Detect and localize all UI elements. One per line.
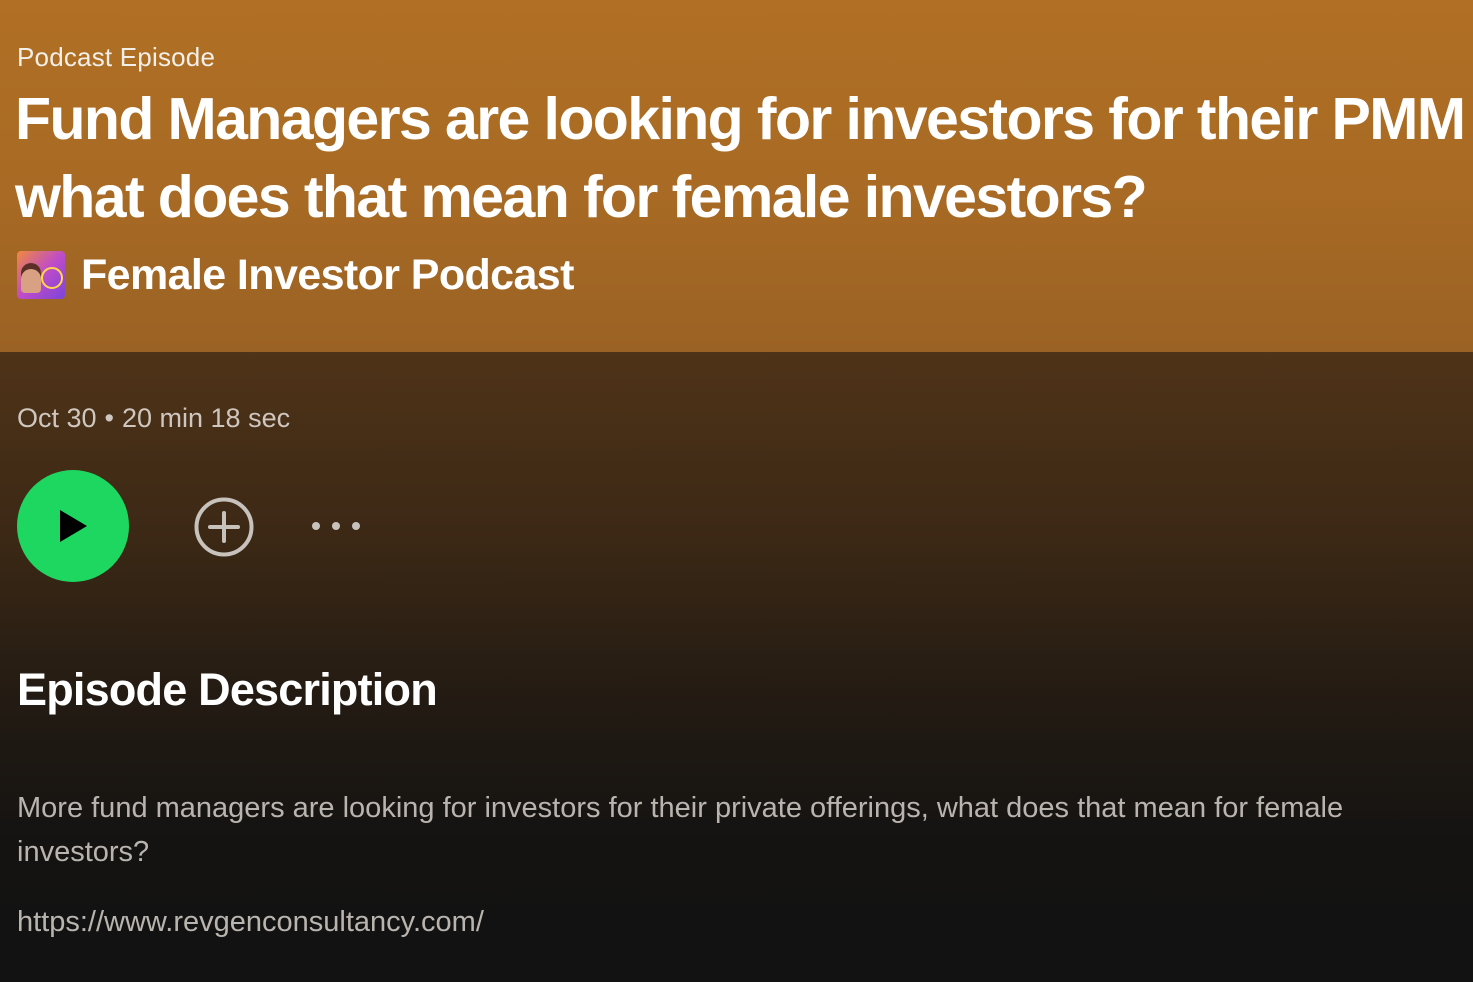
description-text: More fund managers are looking for inves… [17, 792, 1344, 868]
episode-date: Oct 30 [17, 403, 97, 433]
more-horizontal-icon [312, 522, 360, 530]
plus-circle-icon [194, 497, 254, 557]
show-name[interactable]: Female Investor Podcast [81, 251, 574, 300]
description-link[interactable]: https://www.revgenconsultancy.com/ [17, 906, 484, 939]
show-link[interactable]: Female Investor Podcast [17, 249, 574, 301]
episode-meta: Oct 30 • 20 min 18 sec [17, 403, 290, 434]
episode-type-label: Podcast Episode [17, 42, 216, 72]
more-options-button[interactable] [306, 506, 368, 546]
episode-duration: 20 min 18 sec [122, 403, 291, 433]
episode-title: Fund Managers are looking for investors … [15, 86, 1466, 230]
add-to-library-button[interactable] [193, 496, 255, 558]
description-heading: Episode Description [17, 664, 438, 715]
play-icon [60, 510, 87, 542]
show-cover-image[interactable] [17, 251, 65, 299]
play-button[interactable] [17, 470, 129, 582]
episode-page: Podcast Episode Fund Managers are lookin… [0, 0, 1473, 982]
meta-separator: • [104, 403, 114, 433]
